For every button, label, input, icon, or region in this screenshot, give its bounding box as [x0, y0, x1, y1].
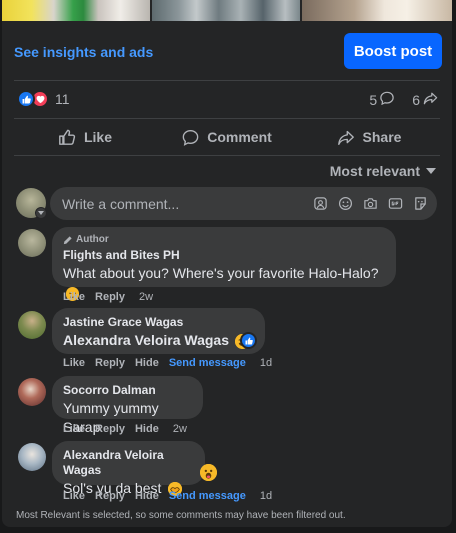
- like-reaction-icon[interactable]: [240, 332, 257, 349]
- comment-like-link[interactable]: Like: [63, 357, 85, 369]
- reaction-summary[interactable]: 11: [17, 89, 70, 109]
- commenter-avatar[interactable]: [18, 443, 46, 471]
- comment-count-icon: [380, 91, 394, 108]
- like-label: Like: [83, 129, 112, 145]
- comment-actions: Like Reply Hide Send message 1d: [63, 490, 272, 502]
- sort-label: Most relevant: [329, 163, 420, 179]
- post-card: See insights and ads Boost post 11 5 6 L…: [2, 0, 452, 527]
- comment-actions: Like Reply 2w: [63, 291, 153, 303]
- comment-timestamp[interactable]: 2w: [173, 423, 187, 435]
- share-icon: [337, 130, 354, 145]
- comment-like-link[interactable]: Like: [63, 490, 85, 502]
- comment-hide-link[interactable]: Hide: [135, 423, 159, 435]
- comment-reply-link[interactable]: Reply: [95, 357, 125, 369]
- engagement-counts: 5 6: [369, 91, 438, 108]
- photo-glasses[interactable]: [152, 0, 300, 21]
- composer-tools: [312, 195, 428, 211]
- reaction-count: 11: [55, 91, 70, 107]
- comment-hide-link[interactable]: Hide: [135, 490, 159, 502]
- share-button[interactable]: Share: [298, 122, 440, 152]
- comment-button[interactable]: Comment: [156, 122, 298, 152]
- comment-bubble: Socorro Dalman Yummy yummy Sarap: [52, 376, 203, 435]
- shares-count[interactable]: 6: [412, 92, 420, 108]
- comment-author[interactable]: Jastine Grace Wagas: [63, 315, 254, 330]
- comment-hide-link[interactable]: Hide: [135, 357, 159, 369]
- comment-bubble: Author Flights and Bites PH What about y…: [52, 227, 396, 301]
- share-label: Share: [362, 129, 402, 145]
- share-count-icon: [423, 91, 438, 108]
- like-reaction-icon: [17, 90, 35, 108]
- comment-reply-link[interactable]: Reply: [95, 490, 125, 502]
- camera-icon[interactable]: [362, 195, 378, 211]
- comment-author[interactable]: Flights and Bites PH: [63, 248, 385, 263]
- comment-author[interactable]: Alexandra Veloira Wagas: [63, 448, 194, 478]
- commenter-avatar[interactable]: [18, 311, 46, 339]
- post-actions-bar: Like Comment Share: [14, 122, 440, 152]
- emoji-icon[interactable]: [337, 195, 353, 211]
- like-button[interactable]: Like: [14, 122, 156, 152]
- send-message-link[interactable]: Send message: [169, 490, 246, 502]
- avatar-sticker-icon[interactable]: [312, 195, 328, 211]
- comment-timestamp[interactable]: 1d: [260, 490, 272, 502]
- author-badge: Author: [63, 234, 385, 246]
- comment-sort-dropdown[interactable]: Most relevant: [330, 163, 436, 179]
- sticker-icon[interactable]: [412, 195, 428, 211]
- send-message-link[interactable]: Send message: [169, 357, 246, 369]
- boost-post-button[interactable]: Boost post: [344, 33, 442, 69]
- chevron-down-icon[interactable]: [35, 207, 47, 219]
- comment-reply-link[interactable]: Reply: [95, 423, 125, 435]
- gif-icon[interactable]: [387, 195, 403, 211]
- thumbs-up-icon: [59, 129, 76, 145]
- comment-bubble: Alexandra Veloira Wagas Sol's yu da best: [52, 441, 205, 497]
- divider: [14, 80, 440, 81]
- photo-cup[interactable]: [302, 0, 452, 21]
- mentioned-user-link[interactable]: Alexandra Veloira Wagas: [63, 332, 229, 348]
- comment-bubble: Jastine Grace Wagas Alexandra Veloira Wa…: [52, 308, 265, 354]
- comment-icon: [182, 129, 199, 146]
- commenter-avatar[interactable]: [18, 229, 46, 257]
- comment-label: Comment: [207, 129, 272, 145]
- commenter-avatar[interactable]: [18, 378, 46, 406]
- comment-reply-link[interactable]: Reply: [95, 291, 125, 303]
- comment-timestamp[interactable]: 1d: [260, 357, 272, 369]
- comment-timestamp[interactable]: 2w: [139, 291, 153, 303]
- surprised-emoji-icon: [200, 464, 217, 481]
- post-photo-strip[interactable]: [2, 0, 452, 21]
- author-badge-label: Author: [76, 234, 109, 245]
- filter-notice: Most Relevant is selected, so some comme…: [16, 510, 346, 521]
- comment-text: Alexandra Veloira Wagas: [63, 331, 254, 350]
- comment-like-link[interactable]: Like: [63, 291, 85, 303]
- comment-actions: Like Reply Hide 2w: [63, 423, 187, 435]
- divider: [14, 155, 440, 156]
- caret-down-icon: [426, 168, 436, 174]
- comment-actions: Like Reply Hide Send message 1d: [63, 357, 272, 369]
- comments-count[interactable]: 5: [369, 92, 377, 108]
- comment-like-link[interactable]: Like: [63, 423, 85, 435]
- comment-author[interactable]: Socorro Dalman: [63, 383, 192, 398]
- comment-text-body: What about you? Where's your favorite Ha…: [63, 265, 379, 281]
- pencil-icon: [63, 236, 72, 245]
- photo-halo-halo-1[interactable]: [2, 0, 150, 21]
- divider: [14, 118, 440, 119]
- see-insights-link[interactable]: See insights and ads: [14, 44, 153, 60]
